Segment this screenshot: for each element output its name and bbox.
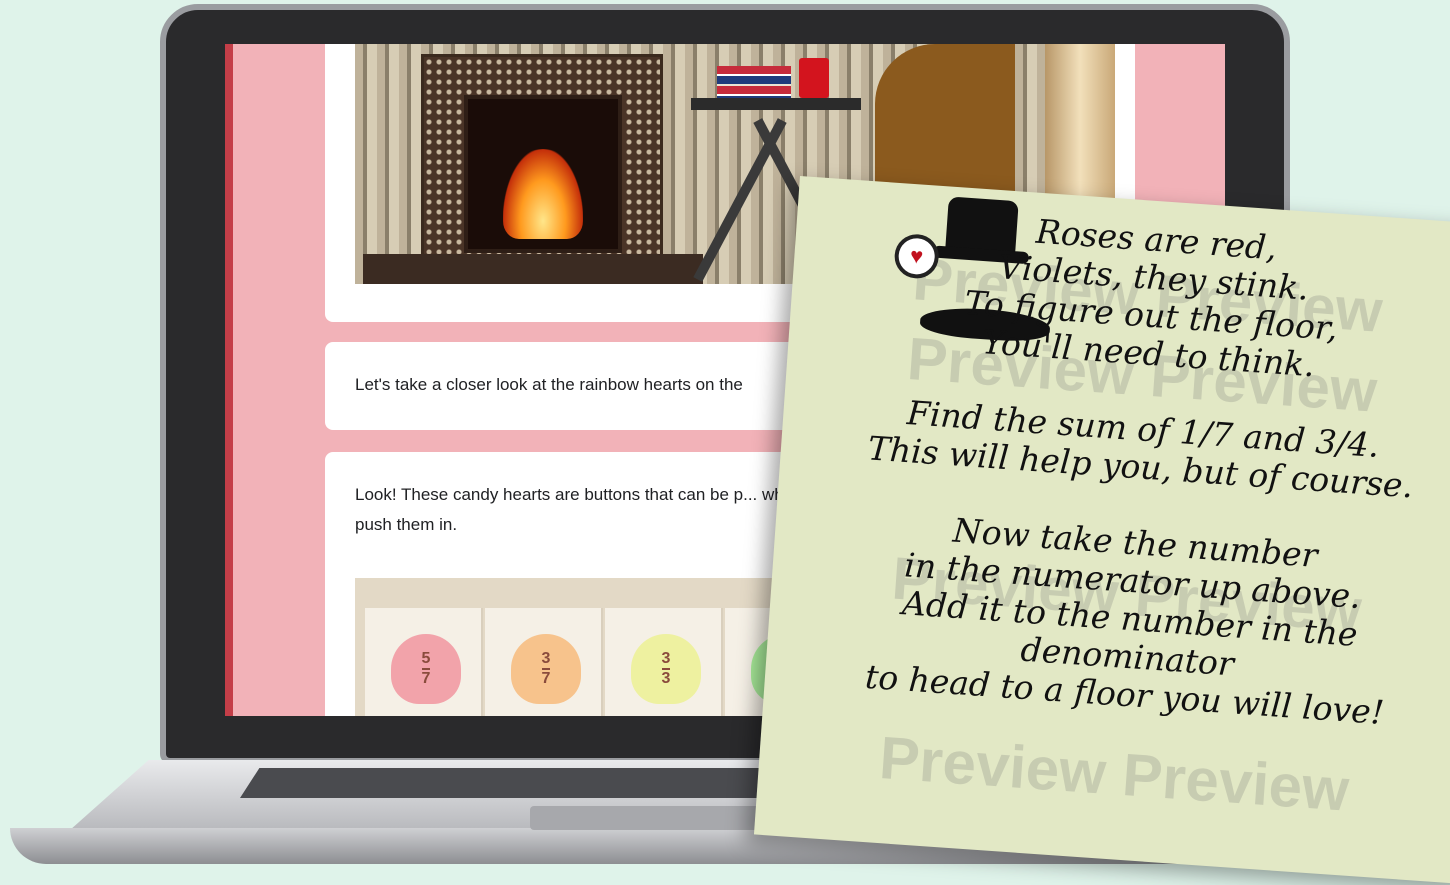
- poem-text: Roses are red, Violets, they stink. To f…: [824, 200, 1450, 735]
- heart-numerator: 5: [421, 650, 431, 667]
- candy-heart-button[interactable]: 33: [631, 634, 701, 704]
- mug-icon: [799, 58, 829, 98]
- candy-heart-button[interactable]: 57: [391, 634, 461, 704]
- heart-denominator: 3: [661, 668, 671, 687]
- heart-cell: 33: [605, 608, 723, 716]
- heart-cell: 37: [485, 608, 603, 716]
- screen-edge: [225, 44, 233, 716]
- firebox: [464, 95, 622, 253]
- watermark: Preview Preview: [877, 724, 1352, 824]
- heart-numerator: 3: [661, 650, 671, 667]
- fireplace: [421, 54, 663, 260]
- side-table: [691, 98, 861, 110]
- hearth: [363, 254, 703, 284]
- fire-icon: [503, 149, 583, 239]
- books-icon: [717, 66, 791, 98]
- heart-denominator: 7: [421, 668, 431, 687]
- poem-card: Preview Preview Preview Preview Preview …: [753, 176, 1450, 885]
- heart-denominator: 7: [541, 668, 551, 687]
- candy-heart-button[interactable]: 37: [511, 634, 581, 704]
- heart-numerator: 3: [541, 650, 551, 667]
- heart-cell: 57: [365, 608, 483, 716]
- intro-text: Let's take a closer look at the rainbow …: [355, 375, 743, 394]
